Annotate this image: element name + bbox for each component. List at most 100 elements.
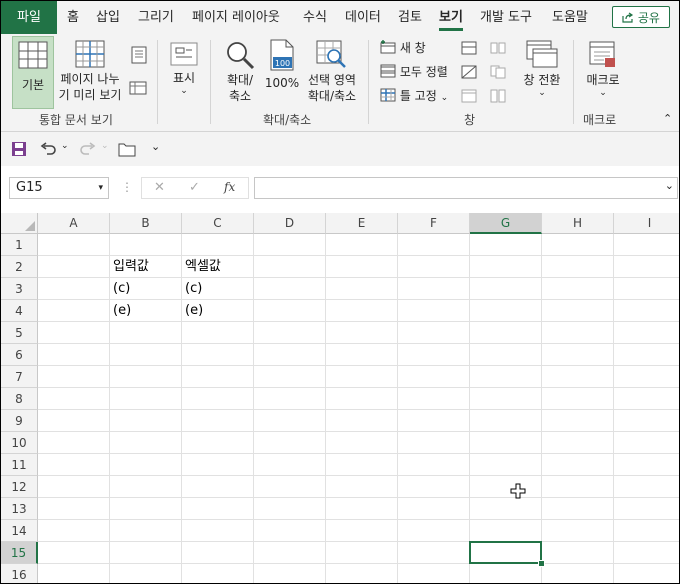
enter-icon[interactable]: ✓ [189,180,200,195]
row-header-9[interactable]: 9 [1,410,38,432]
row-header-11[interactable]: 11 [1,454,38,476]
freeze-panes-button[interactable]: 틀 고정 ⌄ [380,86,448,106]
name-box-value: G15 [16,180,43,195]
macros-group-label: 매크로 [583,113,617,127]
cell-b4[interactable]: (e) [110,300,181,322]
row-header-10[interactable]: 10 [1,432,38,454]
share-button[interactable]: 공유 [612,6,670,28]
column-header-i[interactable]: I [614,213,679,234]
tab-draw[interactable]: 그리기 [138,1,174,34]
gridline-horizontal [38,519,679,520]
row-header-7[interactable]: 7 [1,366,38,388]
tab-view[interactable]: 보기 [439,1,463,34]
collapse-ribbon-icon[interactable]: ⌃ [663,112,672,125]
tab-developer[interactable]: 개발 도구 [480,1,532,34]
column-header-h[interactable]: H [542,213,614,234]
arrange-all-button[interactable]: 모두 정렬 [380,62,448,82]
row-header-15[interactable]: 15 [1,542,38,564]
tab-formulas[interactable]: 수식 [303,1,327,34]
row-header-13[interactable]: 13 [1,498,38,520]
show-button[interactable]: 표시 ⌄ [167,36,201,106]
tab-file[interactable]: 파일 [1,1,57,34]
column-header-e[interactable]: E [326,213,398,234]
page-break-preview-button[interactable]: 페이지 나누 기 미리 보기 [56,36,124,109]
column-header-g[interactable]: G [470,213,542,234]
cell-c2[interactable]: 엑셀값 [182,256,253,278]
zoom-to-selection-button[interactable]: 선택 영역 확대/축소 [303,36,361,109]
row-header-16[interactable]: 16 [1,564,38,583]
gridline-horizontal [38,387,679,388]
row-header-1[interactable]: 1 [1,234,38,256]
name-box-dropdown-icon[interactable]: ▾ [98,178,103,198]
column-header-f[interactable]: F [398,213,470,234]
arrange-all-label: 모두 정렬 [399,65,448,79]
column-header-b[interactable]: B [110,213,182,234]
zoom-100-button[interactable]: 100 100% [264,36,300,109]
view-side-by-side-icon[interactable] [490,41,506,55]
row-header-12[interactable]: 12 [1,476,38,498]
tab-home[interactable]: 홈 [67,1,79,34]
tab-insert[interactable]: 삽입 [96,1,120,34]
row-header-2[interactable]: 2 [1,256,38,278]
open-folder-icon[interactable] [118,142,136,157]
row-header-14[interactable]: 14 [1,520,38,542]
expand-formula-bar-icon[interactable]: ⌄ [665,179,674,192]
show-label: 표시 [172,71,196,85]
custom-views-icon[interactable] [129,80,147,96]
active-cell-border[interactable] [469,541,542,564]
customize-qat-icon[interactable]: ⌄ [151,140,160,153]
cancel-icon[interactable]: ✕ [154,180,165,195]
row-header-6[interactable]: 6 [1,344,38,366]
tab-review[interactable]: 검토 [398,1,422,34]
macros-icon [589,41,615,67]
column-header-c[interactable]: C [182,213,254,234]
redo-chevron-icon[interactable]: ⌄ [101,141,109,151]
magnifier-icon [227,42,255,70]
column-header-a[interactable]: A [38,213,110,234]
tab-page-layout[interactable]: 페이지 레이아웃 [192,1,280,34]
cell-c4[interactable]: (e) [182,300,253,322]
insert-function-icon[interactable]: fx [224,180,235,194]
row-header-3[interactable]: 3 [1,278,38,300]
unhide-window-icon[interactable] [461,89,477,103]
show-icon [170,42,198,66]
gridline-horizontal [38,431,679,432]
page-break-preview-label-2: 기 미리 보기 [58,88,122,102]
name-box[interactable]: G15 ▾ [9,177,109,199]
fill-handle[interactable] [538,560,545,567]
row-header-8[interactable]: 8 [1,388,38,410]
gridline-horizontal [38,563,679,564]
undo-icon[interactable] [39,141,57,157]
undo-chevron-icon[interactable]: ⌄ [61,141,69,151]
worksheet-grid[interactable]: A B C D E F G H I 1 2 3 4 5 6 7 8 9 10 11 12 13 14 15 16 입력값 엑셀값 (c… [1,213,679,583]
more-options-icon[interactable]: ⋮ [121,180,133,194]
cell-b3[interactable]: (c) [110,278,181,300]
macros-button[interactable]: 매크로 ⌄ [581,36,625,106]
redo-icon[interactable] [79,141,97,157]
formula-input[interactable]: ⌄ [254,177,678,199]
cell-c3[interactable]: (c) [182,278,253,300]
row-header-5[interactable]: 5 [1,322,38,344]
cell-b2[interactable]: 입력값 [110,256,181,278]
row-header-4[interactable]: 4 [1,300,38,322]
page-layout-view-icon[interactable] [131,46,147,64]
zoom-to-selection-label-1: 선택 영역 [308,73,356,87]
save-icon[interactable] [11,141,27,157]
tab-help[interactable]: 도움말 [552,1,588,34]
gridline-horizontal [38,453,679,454]
zoom-button[interactable]: 확대/ 축소 [220,36,260,109]
freeze-panes-label: 틀 고정 [399,89,437,103]
column-header-d[interactable]: D [254,213,326,234]
gridline-horizontal [38,365,679,366]
reset-window-position-icon[interactable] [490,89,506,103]
select-all-button[interactable] [1,213,38,234]
hide-window-icon[interactable] [461,65,477,79]
synchronous-scrolling-icon[interactable] [490,65,506,79]
zoom-100-label: 100% [264,76,300,90]
split-icon[interactable] [461,41,477,55]
switch-windows-button[interactable]: 창 전환 ⌄ [517,36,567,106]
tab-data[interactable]: 데이터 [345,1,381,34]
normal-view-button[interactable]: 기본 [12,36,54,109]
gridline-horizontal [38,497,679,498]
new-window-button[interactable]: 새 창 [380,38,426,58]
